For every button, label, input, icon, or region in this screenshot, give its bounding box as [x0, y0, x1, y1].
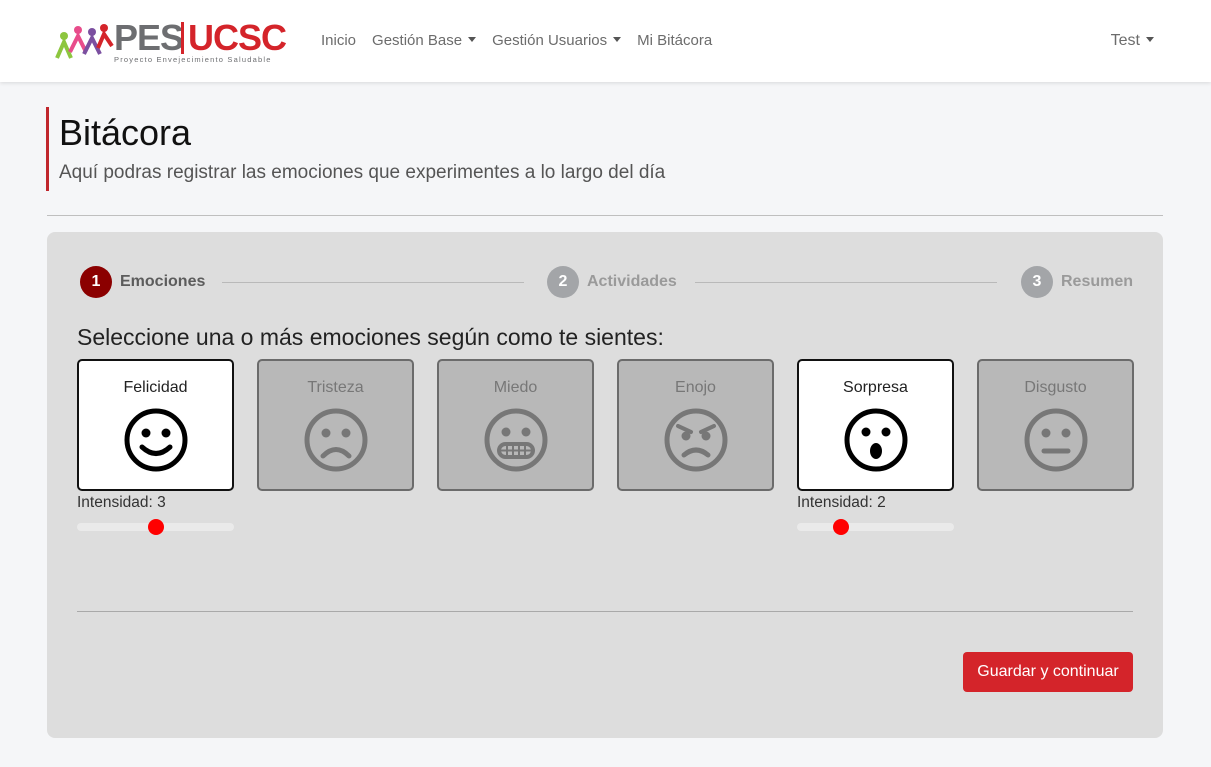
nav-gestion-base[interactable]: Gestión Base: [372, 31, 477, 51]
chevron-down-icon: [1146, 37, 1154, 42]
grimace-face-icon: [484, 408, 548, 472]
emotion-card-miedo[interactable]: Miedo: [437, 359, 594, 491]
emotion-card-enojo[interactable]: Enojo: [617, 359, 774, 491]
brand-divider: [181, 22, 184, 54]
neutral-face-icon: [1024, 408, 1088, 472]
step-number: 3: [1021, 266, 1053, 298]
intensity-slider-felicidad[interactable]: [77, 519, 234, 535]
intensity-label-sorpresa: Intensidad: 2: [797, 494, 886, 511]
people-logo-icon: [55, 24, 114, 59]
main-nav: Inicio Gestión Base Gestión Usuarios Mi …: [321, 31, 728, 51]
emotion-name: Felicidad: [123, 379, 188, 396]
emotion-name: Miedo: [493, 379, 538, 396]
question-text: Seleccione una o más emociones según com…: [77, 324, 664, 350]
step-connector: [695, 282, 997, 283]
panel-divider: [77, 611, 1133, 612]
emotion-name: Sorpresa: [843, 379, 908, 396]
navbar: PES UCSC Proyecto Envejecimiento Saludab…: [0, 0, 1211, 82]
save-continue-button[interactable]: Guardar y continuar: [963, 652, 1133, 692]
page-header: Bitácora Aquí podras registrar las emoci…: [46, 107, 746, 191]
nav-inicio[interactable]: Inicio: [321, 31, 356, 51]
nav-gestion-usuarios[interactable]: Gestión Usuarios: [492, 31, 622, 51]
user-name: Test: [1110, 32, 1140, 49]
nav-gestion-base-label: Gestión Base: [372, 32, 463, 49]
step-connector: [222, 282, 524, 283]
step-label: Actividades: [587, 273, 677, 290]
surprised-face-icon: [844, 408, 908, 472]
brand-tagline: Proyecto Envejecimiento Saludable: [114, 55, 272, 64]
page-title: Bitácora: [59, 112, 192, 153]
step-label: Resumen: [1061, 273, 1134, 290]
angry-face-icon: [664, 408, 728, 472]
step-emociones: 1 Emociones: [80, 266, 205, 298]
emotion-name: Tristeza: [307, 379, 364, 396]
step-label: Emociones: [120, 273, 206, 290]
emotion-name: Disgusto: [1024, 379, 1087, 396]
happy-face-icon: [124, 408, 188, 472]
brand-pes: PES: [114, 17, 184, 58]
chevron-down-icon: [613, 37, 622, 42]
nav-mi-bitacora[interactable]: Mi Bitácora: [637, 31, 712, 51]
emotion-card-tristeza[interactable]: Tristeza: [257, 359, 414, 491]
step-actividades: 2 Actividades: [547, 266, 677, 298]
intensity-label-felicidad: Intensidad: 3: [77, 494, 166, 511]
emotions-panel: 1 Emociones 2 Actividades 3 Resumen Sele…: [47, 232, 1163, 738]
sad-face-icon: [304, 408, 368, 472]
divider: [47, 215, 1163, 216]
page-subtitle: Aquí podras registrar las emociones que …: [59, 162, 666, 183]
step-number: 1: [80, 266, 112, 298]
brand-logo[interactable]: PES UCSC Proyecto Envejecimiento Saludab…: [54, 16, 294, 68]
intensity-slider-sorpresa[interactable]: [797, 519, 954, 535]
step-resumen: 3 Resumen: [1021, 266, 1133, 298]
brand-ucsc: UCSC: [188, 17, 287, 58]
step-number: 2: [547, 266, 579, 298]
slider-thumb[interactable]: [147, 519, 164, 535]
emotion-card-sorpresa[interactable]: Sorpresa: [797, 359, 954, 491]
nav-gestion-usuarios-label: Gestión Usuarios: [492, 32, 608, 49]
slider-thumb[interactable]: [833, 519, 850, 535]
emotion-name: Enojo: [675, 379, 716, 396]
emotion-card-disgusto[interactable]: Disgusto: [977, 359, 1134, 491]
chevron-down-icon: [468, 37, 477, 42]
user-menu[interactable]: Test: [1111, 31, 1154, 51]
emotion-card-felicidad[interactable]: Felicidad: [77, 359, 234, 491]
